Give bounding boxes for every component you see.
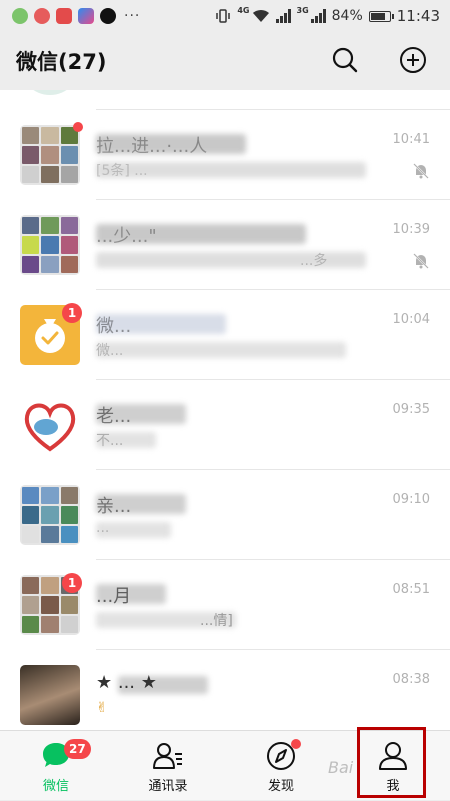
vibrate-icon (216, 9, 231, 23)
chat-name: 拉...进...·...人 (96, 136, 208, 157)
tab-label: 通讯录 (148, 779, 188, 794)
battery-percent: 84% (331, 8, 363, 24)
chat-row[interactable]: 1 微... 微... 10:04 (0, 290, 450, 380)
chat-preview: [5条] ... (96, 163, 148, 179)
tab-me[interactable]: 我 (337, 731, 449, 801)
chat-preview: 微... (96, 343, 124, 359)
signal-icon (310, 9, 326, 23)
mute-bell-icon (413, 253, 429, 269)
chat-time: 08:38 (392, 672, 430, 687)
chat-row[interactable]: ...少..." ...多 10:39 (0, 200, 450, 290)
tab-label: 我 (386, 779, 400, 794)
chat-row[interactable]: ★ ... ★ ✌ 08:38 (0, 650, 450, 730)
tab-label: 微信 (42, 779, 69, 794)
chat-preview: ... (96, 520, 110, 536)
chat-name: 亲... (96, 496, 132, 517)
contacts-icon (153, 743, 182, 769)
chat-name: ★ ... ★ (96, 672, 157, 693)
chat-row[interactable]: 老... 不... 09:35 (0, 380, 450, 470)
tab-discover[interactable]: 发现 (225, 731, 337, 801)
chat-time: 10:04 (392, 312, 430, 327)
discover-dot (291, 739, 301, 749)
tab-bar: 27 微信 通讯录 发现 我 (0, 730, 450, 800)
tab-label: 发现 (267, 779, 294, 794)
chat-preview: ✌ (96, 700, 108, 716)
status-bar: ··· 4G 3G 84% 11:43 (0, 0, 450, 32)
app-notification-icon (34, 8, 50, 24)
chat-time: 09:35 (392, 402, 430, 417)
tab-chats[interactable]: 27 微信 (0, 731, 112, 801)
unread-badge: 1 (62, 303, 82, 323)
status-left: ··· (0, 8, 140, 24)
search-icon[interactable] (330, 45, 360, 75)
tab-unread-badge: 27 (64, 739, 91, 759)
chat-row-partial[interactable] (0, 90, 450, 110)
group-avatar (20, 125, 80, 185)
chat-row[interactable]: 亲... ... 09:10 (0, 470, 450, 560)
battery-icon (368, 10, 394, 22)
mute-bell-icon (413, 163, 429, 179)
blurred-preview (96, 342, 346, 358)
tab-contacts[interactable]: 通讯录 (112, 731, 224, 801)
chat-avatar (20, 90, 80, 95)
chat-row[interactable]: 拉...进...·...人 [5条] ... 10:41 (0, 110, 450, 200)
chat-name: 微... (96, 316, 132, 337)
chat-time: 10:41 (392, 132, 430, 147)
header: 微信(27) (0, 32, 450, 90)
chat-name: ...少..." (96, 226, 157, 247)
chat-time: 10:39 (392, 222, 430, 237)
page-title: 微信(27) (16, 50, 107, 74)
chat-name: 老... (96, 406, 132, 427)
chat-preview: ...情] (200, 613, 233, 629)
person-icon (379, 742, 407, 770)
app-notification-icon (56, 8, 72, 24)
group-avatar (20, 215, 80, 275)
chat-preview: 不... (96, 433, 124, 449)
chat-time: 09:10 (392, 492, 430, 507)
unread-dot (73, 122, 83, 132)
chat-avatar (20, 395, 80, 455)
tiktok-icon (100, 8, 116, 24)
chat-avatar (20, 665, 80, 725)
network-type-1: 4G (237, 6, 250, 15)
chat-time: 08:51 (392, 582, 430, 597)
more-notifications-icon: ··· (124, 8, 141, 24)
video-app-icon (78, 8, 94, 24)
app-notification-icon (12, 8, 28, 24)
chat-name: ...月 (96, 586, 132, 607)
chat-preview: ...多 (300, 253, 328, 269)
status-right: 4G 3G 84% 11:43 (215, 0, 440, 32)
group-avatar (20, 485, 80, 545)
signal-icon (275, 9, 291, 23)
network-type-2: 3G (296, 6, 309, 15)
clock: 11:43 (396, 7, 440, 25)
plus-circle-icon[interactable] (398, 45, 428, 75)
heart-logo-icon (24, 403, 76, 452)
chat-list[interactable]: 拉...进...·...人 [5条] ... 10:41 ...少..." ..… (0, 90, 450, 730)
unread-badge: 1 (62, 573, 82, 593)
wifi-icon (252, 9, 269, 22)
chat-row[interactable]: 1 ...月 ...情] 08:51 (0, 560, 450, 650)
